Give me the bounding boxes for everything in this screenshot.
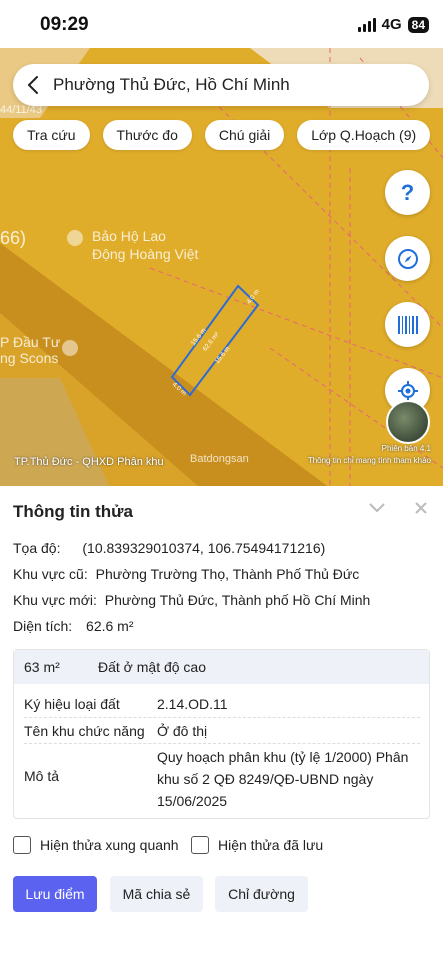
new-area-value: Phường Thủ Đức, Thành phố Hồ Chí Minh [104, 592, 371, 608]
chip-planning-layers[interactable]: Lớp Q.Hoạch (9) [297, 120, 431, 150]
map-label-poi-2b: ng Scons [0, 350, 59, 366]
checkbox-box[interactable] [191, 836, 209, 854]
directions-button[interactable]: Chỉ đường [215, 876, 308, 912]
coordinate-label: Tọa độ: [13, 540, 61, 556]
panel-title: Thông tin thửa [13, 502, 133, 521]
battery-icon: 84 [407, 16, 429, 33]
collapse-chevron-icon[interactable] [368, 500, 386, 519]
description-label: Mô tả [24, 768, 60, 784]
area-value: 62.6 m² [86, 618, 134, 634]
planning-map[interactable]: 4.0 m 4.0 m 15.6 m 15.6 m 62.6 m² 44/11/… [0, 48, 443, 488]
show-surrounding-plots-label: Hiện thửa xung quanh [40, 837, 179, 853]
status-bar: 09:29 4G 84 [0, 0, 443, 48]
new-area-row: Khu vực mới: Phường Thủ Đức, Thành phố H… [13, 592, 370, 608]
map-chips: Tra cứu Thước đo Chú giải Lớp Q.Hoạch (9… [13, 120, 431, 150]
divider [24, 717, 420, 718]
map-label-poi-1b: Động Hoàng Việt [92, 246, 199, 262]
show-saved-plots-label: Hiện thửa đã lưu [218, 837, 324, 853]
compass-button[interactable] [385, 236, 430, 281]
old-area-row: Khu vực cũ: Phường Trường Thọ, Thành Phố… [13, 566, 359, 582]
share-code-button[interactable]: Mã chia sẻ [110, 876, 203, 912]
signal-icon [357, 17, 376, 32]
divider [24, 743, 420, 744]
disclaimer-label: Thông tin chỉ mang tính tham khảo [307, 456, 431, 465]
show-surrounding-plots-checkbox[interactable]: Hiện thửa xung quanh [13, 836, 179, 854]
search-location-text[interactable]: Phường Thủ Đức, Hồ Chí Minh [53, 75, 290, 95]
chip-ruler[interactable]: Thước đo [102, 120, 192, 150]
map-label-poi-1a: Bảo Hộ Lao [92, 228, 166, 244]
status-time: 09:29 [40, 14, 89, 35]
watermark-logo: Batdongsan [190, 453, 249, 465]
plot-info-panel: Thông tin thửa Tọa độ: (10.839329010374,… [0, 486, 443, 960]
area-row: Diện tích: 62.6 m² [13, 618, 134, 634]
chip-lookup[interactable]: Tra cứu [13, 120, 90, 150]
old-area-value: Phường Trường Thọ, Thành Phố Thủ Đức [95, 566, 360, 582]
save-point-button[interactable]: Lưu điểm [13, 876, 97, 912]
map-tools: ? [385, 170, 430, 413]
zone-label: TP.Thủ Đức - QHXD Phân khu [14, 456, 164, 468]
function-zone-label: Tên khu chức năng [24, 723, 145, 739]
land-use-card-header: 63 m² Đất ở mật độ cao [14, 650, 429, 684]
compass-icon [397, 248, 418, 269]
coordinate-row: Tọa độ: (10.839329010374, 106.7549417121… [13, 540, 325, 556]
map-label-road-number: 66) [0, 228, 27, 248]
land-use-area: 63 m² [24, 659, 60, 675]
land-use-type: Đất ở mật độ cao [98, 659, 207, 675]
land-code-value: 2.14.OD.11 [157, 696, 228, 712]
help-button[interactable]: ? [385, 170, 430, 215]
checkbox-box[interactable] [13, 836, 31, 854]
show-saved-plots-checkbox[interactable]: Hiện thửa đã lưu [191, 836, 323, 854]
land-code-label: Ký hiệu loại đất [24, 696, 120, 712]
network-type: 4G [381, 16, 402, 33]
coordinate-value: (10.839329010374, 106.75494171216) [82, 540, 326, 556]
function-zone-value: Ở đô thị [157, 723, 208, 739]
close-icon[interactable] [414, 501, 428, 520]
area-label: Diện tích: [13, 618, 73, 634]
back-arrow-icon[interactable] [13, 64, 53, 106]
new-area-label: Khu vực mới: [13, 592, 97, 608]
version-label: Phiên bản 4.1 [381, 444, 431, 453]
crosshair-icon [397, 380, 418, 401]
description-value: Quy hoạch phân khu (tỷ lệ 1/2000) Phân k… [157, 749, 409, 809]
map-canvas: 4.0 m 4.0 m 15.6 m 15.6 m 62.6 m² [0, 48, 443, 488]
land-use-card: 63 m² Đất ở mật độ cao Ký hiệu loại đất … [13, 649, 430, 819]
barcode-button[interactable] [385, 302, 430, 347]
question-icon: ? [400, 179, 415, 205]
map-label-poi-2a: P Đầu Tư [0, 334, 61, 350]
old-area-label: Khu vực cũ: [13, 566, 88, 582]
barcode-icon [397, 315, 418, 334]
chip-legend[interactable]: Chú giải [204, 120, 285, 150]
satellite-layer-button[interactable] [386, 400, 430, 444]
search-bar[interactable]: Phường Thủ Đức, Hồ Chí Minh [13, 64, 429, 106]
status-indicators: 4G 84 [357, 16, 429, 33]
